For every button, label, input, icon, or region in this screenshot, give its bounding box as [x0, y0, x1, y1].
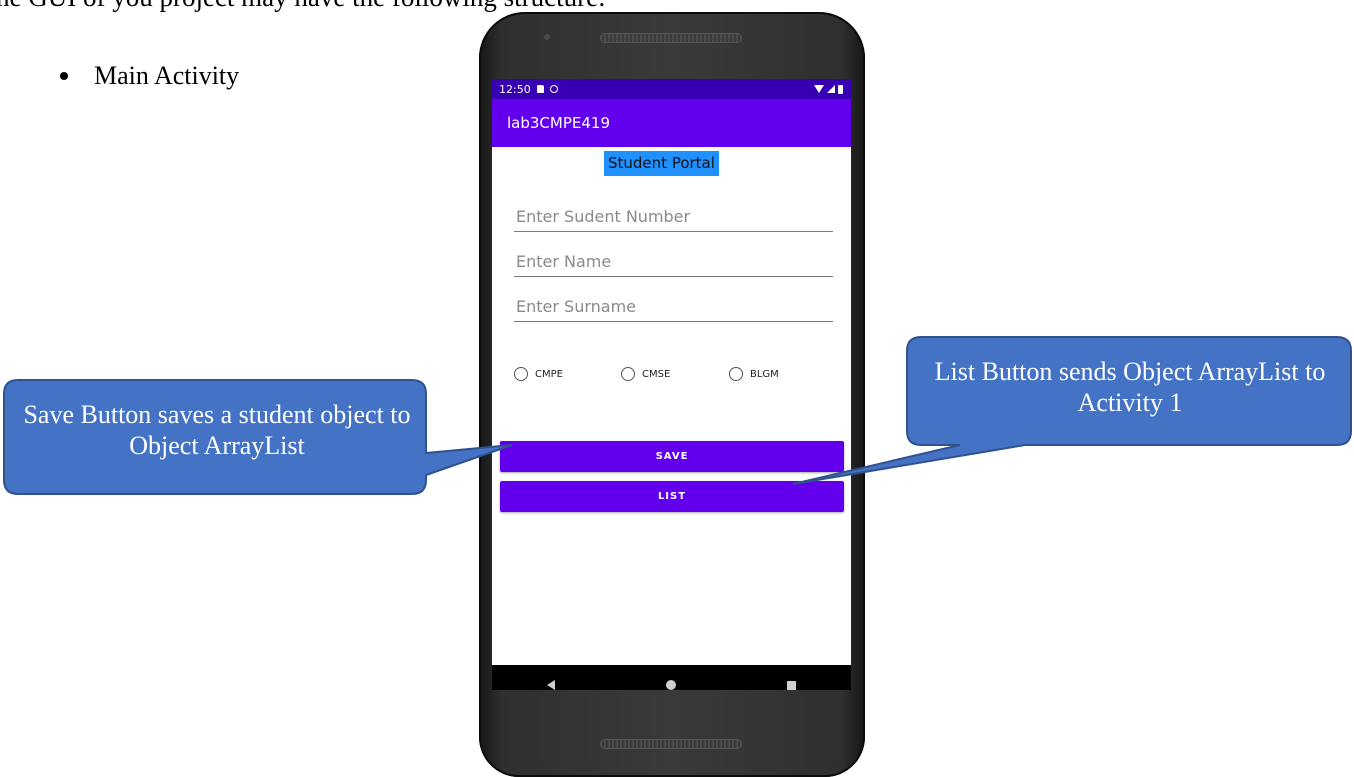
sd-card-icon [536, 85, 544, 93]
wifi-icon [814, 85, 824, 93]
phone-frame: 12:50 lab3CMPE419 Student Portal CMPE [479, 12, 865, 777]
phone-screen: 12:50 lab3CMPE419 Student Portal CMPE [492, 79, 851, 690]
camera-icon [544, 34, 550, 40]
top-speaker-grille [600, 33, 742, 43]
bottom-speaker-grille [600, 739, 742, 749]
back-icon[interactable] [547, 680, 556, 690]
recents-icon[interactable] [786, 680, 796, 690]
bullet-icon [60, 72, 68, 80]
radio-label: CMPE [535, 368, 563, 380]
radio-circle-icon[interactable] [621, 367, 635, 381]
app-title: lab3CMPE419 [507, 114, 610, 132]
save-callout-text: Save Button saves a student object to Ob… [23, 400, 411, 460]
sync-icon [549, 85, 558, 93]
app-bar: lab3CMPE419 [492, 99, 851, 147]
radio-label: CMSE [642, 368, 671, 380]
battery-icon [838, 84, 843, 94]
navigation-bar [492, 665, 851, 690]
radio-cmpe[interactable]: CMPE [514, 367, 563, 381]
status-time: 12:50 [499, 82, 531, 96]
radio-blgm[interactable]: BLGM [729, 367, 779, 381]
signal-icon [827, 85, 835, 93]
list-callout-text: List Button sends Object ArrayList to Ac… [934, 357, 1326, 417]
radio-circle-icon[interactable] [514, 367, 528, 381]
radio-cmse[interactable]: CMSE [621, 367, 670, 381]
portal-title: Student Portal [604, 151, 719, 176]
name-field[interactable] [514, 246, 833, 277]
radio-circle-icon[interactable] [729, 367, 743, 381]
student-number-field[interactable] [514, 201, 833, 232]
department-radio-group: CMPE CMSE BLGM [514, 367, 844, 387]
surname-field[interactable] [514, 291, 833, 322]
radio-label: BLGM [750, 368, 779, 380]
status-bar: 12:50 [492, 79, 851, 99]
document-heading: he GUI of you project may have the follo… [0, 0, 606, 13]
bullet-item: Main Activity [60, 58, 239, 94]
home-icon[interactable] [665, 680, 676, 690]
list-button[interactable]: LIST [500, 481, 844, 512]
bullet-text: Main Activity [94, 61, 240, 90]
save-button[interactable]: SAVE [500, 441, 844, 472]
